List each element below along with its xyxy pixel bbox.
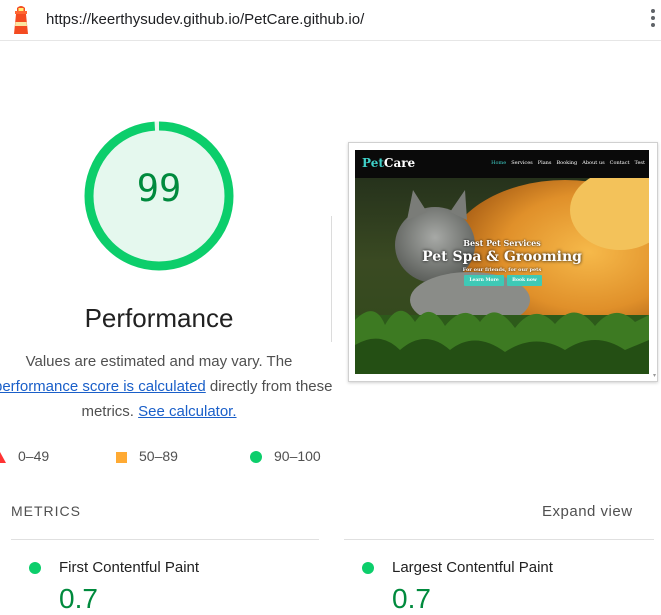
metric-value-lcp: 0.7: [392, 583, 431, 614]
divider: [11, 539, 319, 540]
metric-label-fcp: First Contentful Paint: [59, 559, 200, 576]
screenshot-image: PetCare Home Services Plans Booking About us…: [355, 150, 649, 374]
hero-title: Pet Spa & Grooming: [422, 249, 582, 265]
divider: [344, 539, 654, 540]
legend-average: 50–89: [116, 448, 178, 464]
site-menu-item: Contact: [609, 160, 630, 166]
performance-score: 99: [136, 167, 182, 210]
triangle-icon: [0, 451, 6, 463]
description-line-2: performance score is calculated directly…: [0, 374, 332, 399]
site-menu: Home Services Plans Booking About us Contact T…: [486, 160, 645, 166]
hero-subtitle: Best Pet Services: [463, 238, 541, 248]
learn-more-button: Learn More: [464, 275, 504, 286]
lighthouse-icon: [14, 6, 28, 34]
metric-label-lcp: Largest Contentful Paint: [392, 559, 553, 576]
site-menu-item: About us: [582, 160, 605, 166]
pass-circle-icon: [29, 562, 41, 574]
page-url[interactable]: https://keerthysudev.github.io/PetCare.g…: [46, 11, 364, 28]
logo-text: Care: [383, 156, 416, 170]
site-menu-item: Home: [491, 160, 507, 166]
legend-average-label: 50–89: [139, 448, 178, 464]
pass-circle-icon: [362, 562, 374, 574]
metric-value-fcp: 0.7: [59, 583, 98, 614]
site-menu-item: Services: [511, 160, 533, 166]
description-text: directly from these: [205, 378, 333, 395]
divider: [331, 216, 332, 342]
site-menu-item: Test: [634, 160, 645, 166]
description-line-1: Values are estimated and may vary. The: [25, 353, 293, 370]
legend-fail: 0–49: [0, 448, 49, 464]
expand-view-toggle[interactable]: Expand view: [542, 503, 633, 520]
hero-tagline: For our friends, for our pets: [462, 267, 542, 273]
site-menu-item: Plans: [537, 160, 552, 166]
square-icon: [116, 451, 127, 463]
site-navbar: PetCare Home Services Plans Booking About us…: [355, 150, 649, 178]
description-line-3: metrics. See calculator.: [0, 399, 318, 424]
circle-icon: [250, 451, 262, 464]
legend-pass-label: 90–100: [274, 448, 321, 464]
score-calculation-link[interactable]: performance score is calculated: [0, 378, 206, 395]
legend-fail-label: 0–49: [18, 448, 50, 464]
metrics-heading: METRICS: [11, 503, 81, 519]
book-now-button: Book now: [507, 275, 542, 286]
legend-pass: 90–100: [250, 448, 321, 464]
scroll-down-icon: ▾: [652, 373, 656, 379]
category-title: Performance: [84, 303, 234, 333]
description-text: metrics.: [81, 403, 139, 420]
url-bar: https://keerthysudev.github.io/PetCare.g…: [0, 0, 661, 41]
final-screenshot[interactable]: PetCare Home Services Plans Booking About us…: [348, 142, 658, 382]
site-menu-item: Booking: [556, 160, 578, 166]
calculator-link[interactable]: See calculator.: [138, 403, 236, 420]
score-description: Values are estimated and may vary. The p…: [0, 349, 332, 424]
kebab-menu-icon[interactable]: [650, 9, 656, 31]
site-logo: PetCare: [362, 156, 415, 170]
logo-accent: Pet: [362, 156, 384, 170]
